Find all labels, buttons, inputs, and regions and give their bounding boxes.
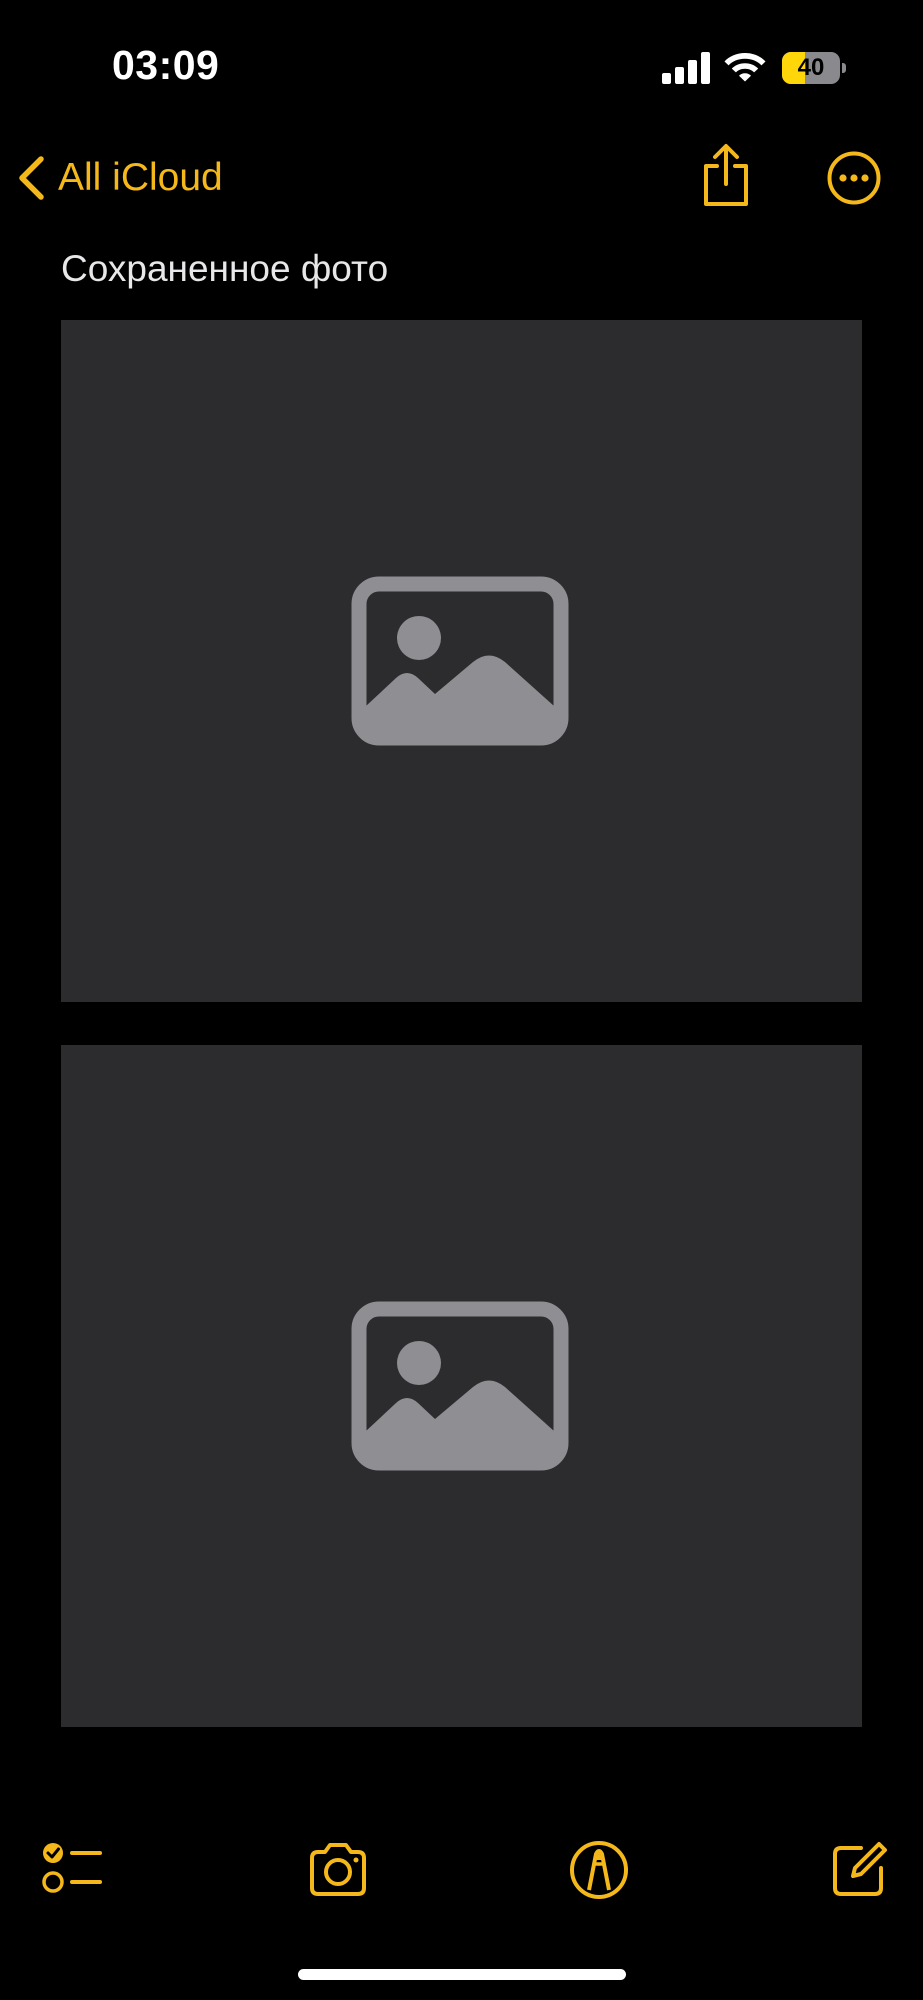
photo-placeholder-icon — [351, 576, 569, 746]
wifi-icon — [724, 53, 766, 82]
photo-attachment[interactable] — [61, 1045, 862, 1727]
photo-attachment[interactable] — [61, 320, 862, 1002]
photo-placeholder-icon — [351, 1301, 569, 1471]
home-indicator[interactable] — [298, 1969, 626, 1980]
battery-icon: 40 — [782, 52, 846, 84]
chevron-left-icon — [19, 156, 44, 200]
battery-level: 40 — [797, 54, 825, 81]
back-button[interactable]: All iCloud — [16, 148, 223, 208]
back-button-label: All iCloud — [58, 156, 223, 199]
notes-screen: 03:09 40 All iCloud Сохраненное фото — [0, 0, 923, 2000]
compose-icon[interactable] — [827, 1838, 891, 1902]
note-title[interactable]: Сохраненное фото — [61, 248, 388, 290]
checklist-icon[interactable] — [40, 1838, 104, 1902]
more-icon[interactable] — [826, 150, 882, 206]
markup-icon[interactable] — [567, 1838, 631, 1902]
camera-icon[interactable] — [306, 1838, 370, 1902]
cellular-signal-icon — [662, 52, 710, 84]
share-icon[interactable] — [698, 142, 754, 210]
status-bar: 03:09 40 — [0, 0, 923, 130]
status-time: 03:09 — [112, 42, 220, 88]
battery-body: 40 — [782, 52, 840, 84]
battery-cap — [842, 63, 846, 73]
